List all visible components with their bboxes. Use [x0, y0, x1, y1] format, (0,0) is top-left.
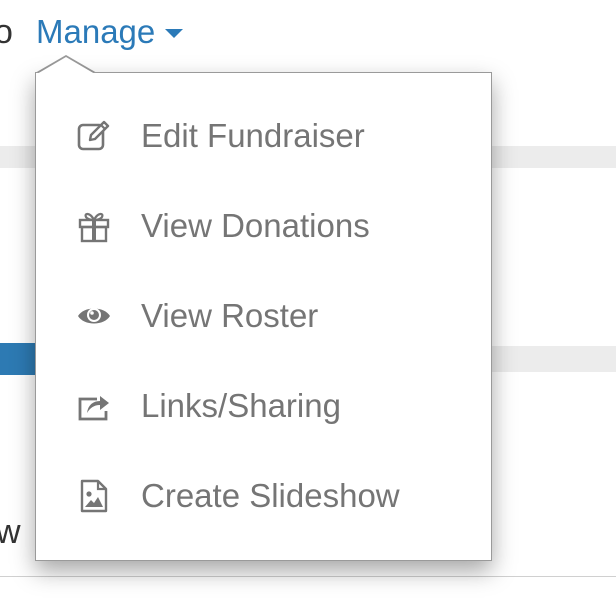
menu-item-view-donations[interactable]: View Donations [36, 181, 491, 271]
menu-item-label: Edit Fundraiser [141, 117, 365, 154]
page: o w Manage Edit Fundraiser View Donation… [0, 0, 616, 598]
menu-item-label: Create Slideshow [141, 477, 400, 514]
edit-icon [76, 118, 112, 154]
menu-item-label: Links/Sharing [141, 387, 341, 424]
manage-menu-label: Manage [36, 13, 156, 50]
caret-down-icon [165, 28, 184, 38]
share-icon [76, 388, 112, 424]
background-divider [0, 576, 616, 577]
menu-item-label: View Donations [141, 207, 370, 244]
menu-item-edit-fundraiser[interactable]: Edit Fundraiser [36, 91, 491, 181]
image-file-icon [76, 478, 112, 514]
background-blue-bar [0, 343, 40, 375]
dropdown-pointer-fill [37, 57, 95, 74]
menu-item-links-sharing[interactable]: Links/Sharing [36, 361, 491, 451]
background-nav-text: o [0, 13, 13, 51]
menu-item-view-roster[interactable]: View Roster [36, 271, 491, 361]
eye-icon [76, 298, 112, 334]
menu-item-create-slideshow[interactable]: Create Slideshow [36, 451, 491, 541]
menu-item-label: View Roster [141, 297, 319, 334]
background-text: w [0, 513, 21, 551]
gift-icon [76, 208, 112, 244]
manage-menu-button[interactable]: Manage [36, 12, 184, 52]
manage-dropdown-menu: Edit Fundraiser View Donations View Rost… [35, 72, 492, 561]
